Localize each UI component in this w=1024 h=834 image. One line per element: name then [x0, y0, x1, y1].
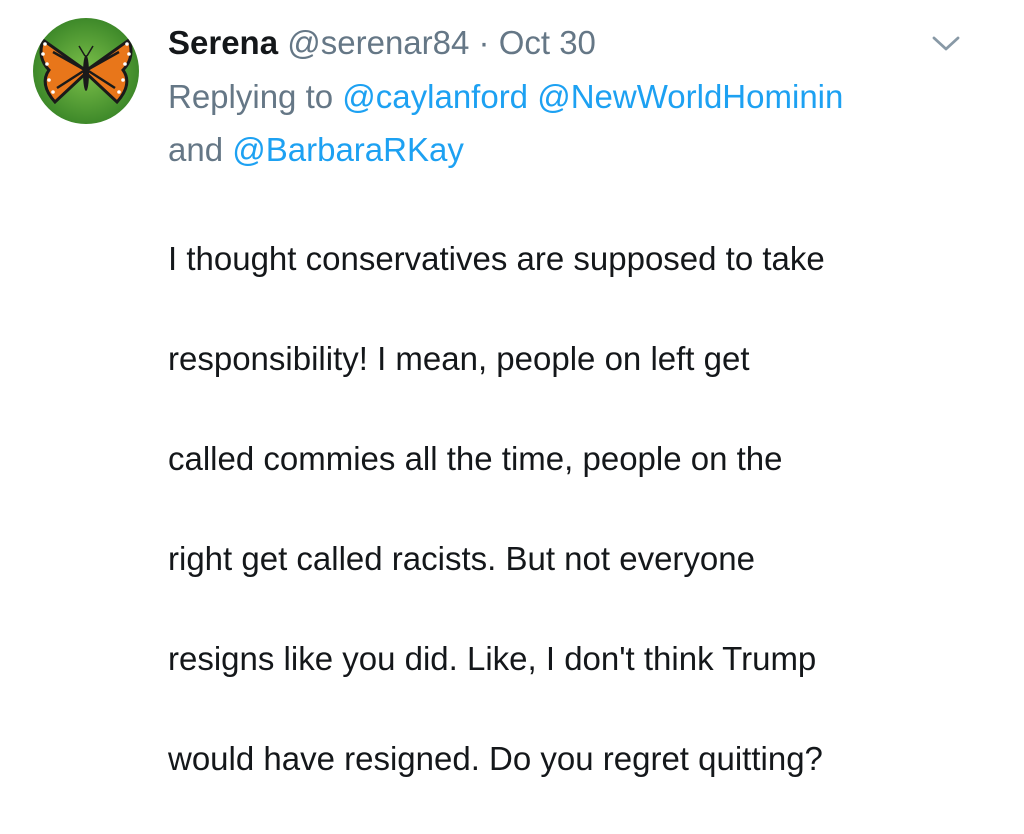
- tweet-text-line: resigns like you did. Like, I don't thin…: [168, 640, 817, 677]
- author-name[interactable]: Serena: [168, 24, 278, 61]
- tweet-text-line: I thought conservatives are supposed to …: [168, 240, 825, 277]
- tweet-header: Serena @serenar84 · Oct 30: [168, 20, 988, 66]
- tweet-text-line: right get called racists. But not everyo…: [168, 540, 755, 577]
- tweet-text: I thought conservatives are supposed to …: [168, 184, 988, 834]
- mention-caylanford[interactable]: @caylanford: [342, 78, 528, 115]
- replying-to-conjunction: and: [168, 131, 224, 168]
- avatar[interactable]: [33, 18, 139, 124]
- tweet-text-line: would have resigned. Do you regret quitt…: [168, 740, 823, 777]
- author-handle[interactable]: @serenar84: [287, 24, 469, 61]
- tweet-content: Serena @serenar84 · Oct 30 Replying to @…: [168, 20, 988, 834]
- tweet-date[interactable]: Oct 30: [499, 24, 596, 61]
- chevron-down-icon: [932, 36, 960, 51]
- tweet-text-line: responsibility! I mean, people on left g…: [168, 340, 750, 377]
- mention-newworldhominin[interactable]: @NewWorldHominin: [537, 78, 843, 115]
- tweet-menu-button[interactable]: [930, 34, 962, 54]
- tweet: Serena @serenar84 · Oct 30 Replying to @…: [0, 0, 1024, 777]
- butterfly-avatar-icon: [33, 18, 139, 124]
- header-separator: ·: [478, 24, 490, 61]
- tweet-text-line: called commies all the time, people on t…: [168, 440, 783, 477]
- replying-to-label: Replying to: [168, 78, 334, 115]
- mention-barbararkay[interactable]: @BarbaraRKay: [232, 131, 464, 168]
- replying-to: Replying to @caylanford @NewWorldHominin…: [168, 70, 988, 176]
